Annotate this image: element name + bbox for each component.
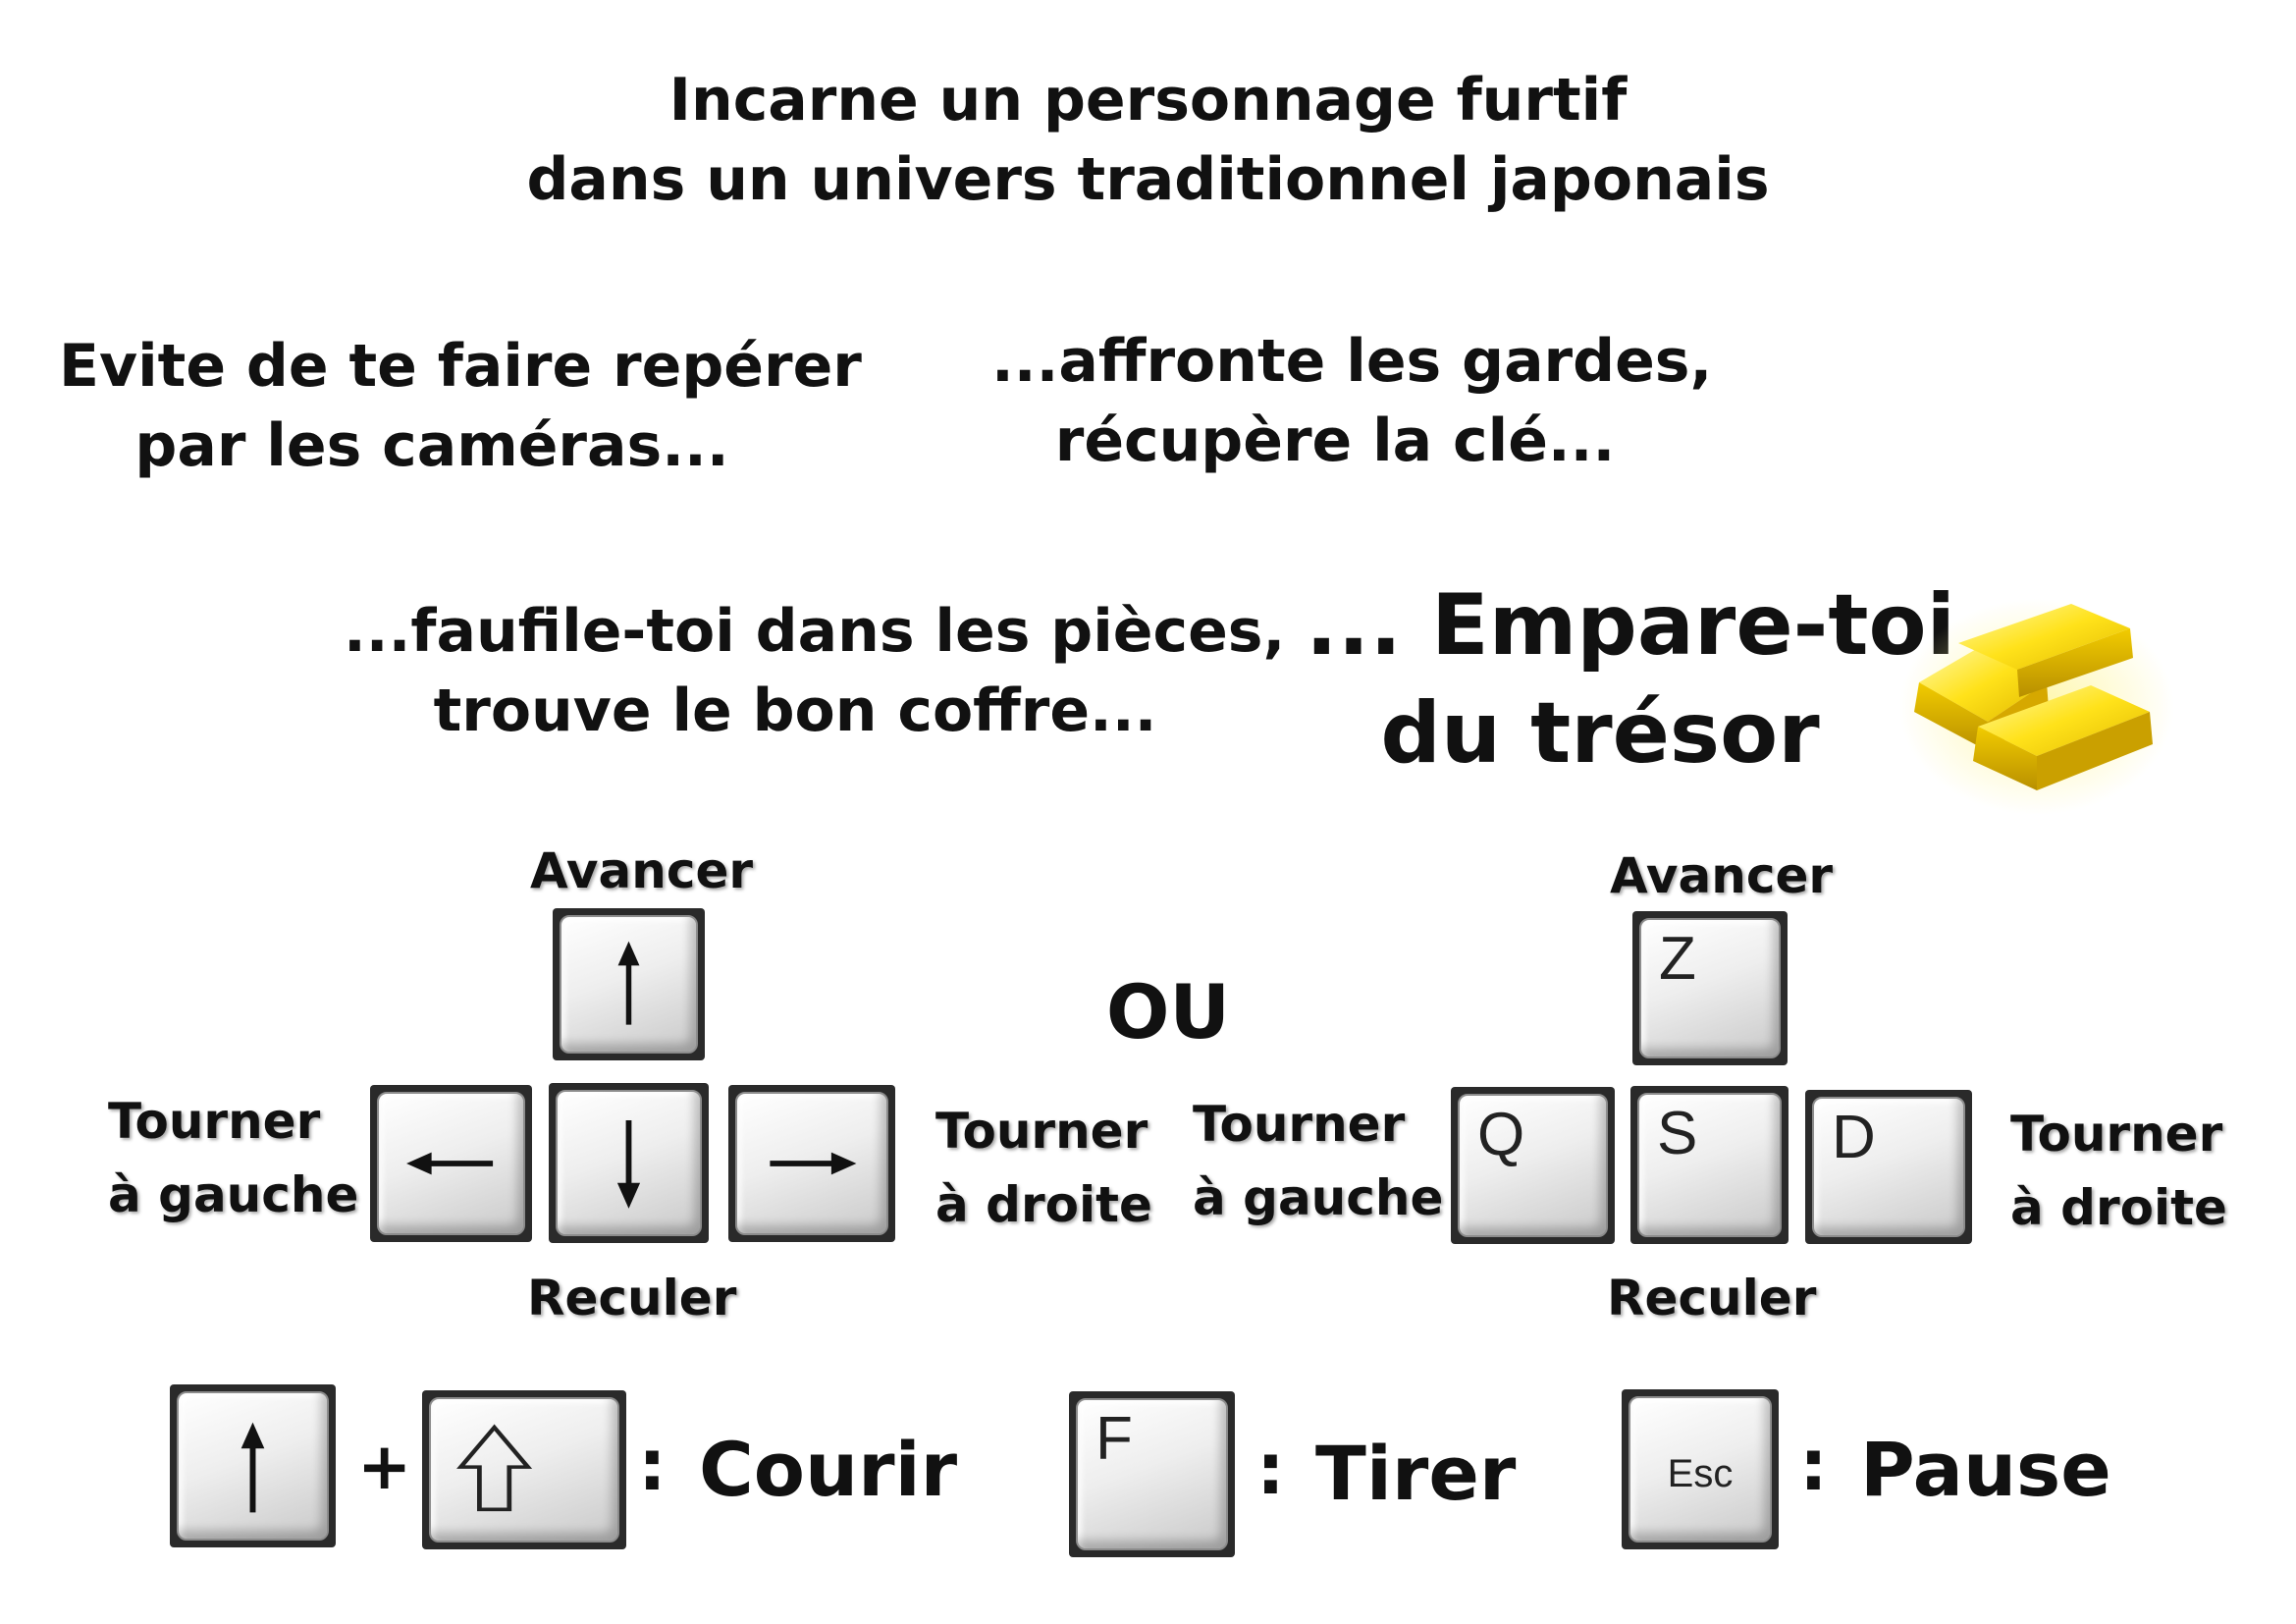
letters-left-label-line-1: Tourner	[1193, 1096, 1406, 1153]
pause-colon: :	[1799, 1424, 1828, 1506]
key-f: F	[1069, 1391, 1235, 1557]
shoot-label: Tirer	[1315, 1430, 1517, 1517]
key-q: Q	[1451, 1087, 1615, 1244]
arrow-right-icon	[770, 1152, 857, 1175]
step-treasure-line-2: du trésor	[1380, 684, 1820, 784]
step-cameras-line-2: par les caméras...	[134, 411, 729, 480]
key-arrow-left	[370, 1085, 532, 1242]
arrows-right-label: Tourner à droite	[935, 1095, 1152, 1242]
key-arrow-right	[728, 1085, 895, 1242]
step-treasure-line-1: ... Empare-toi	[1306, 576, 1956, 675]
arrow-up-icon	[240, 1422, 265, 1513]
arrow-left-icon	[406, 1152, 494, 1175]
intro-text: Incarne un personnage furtif dans un uni…	[0, 61, 2296, 220]
arrows-back-label: Reculer	[527, 1270, 737, 1326]
step-cameras-line-1: Evite de te faire repérer	[59, 332, 862, 401]
step-guards-line-2: récupère la clé...	[1054, 406, 1616, 475]
gold-bars-icon	[1899, 589, 2174, 815]
arrows-forward-label: Avancer	[530, 842, 754, 899]
key-arrow-down	[549, 1083, 709, 1243]
arrows-left-label-line-2: à gauche	[108, 1166, 359, 1223]
key-shift	[422, 1390, 626, 1549]
letters-back-label: Reculer	[1607, 1270, 1817, 1326]
step-cameras: Evite de te faire repérer par les caméra…	[59, 327, 862, 486]
key-d-label: D	[1832, 1104, 1876, 1171]
run-label: Courir	[699, 1426, 958, 1513]
letters-left-label: Tourner à gauche	[1193, 1088, 1443, 1235]
key-run-arrow-up	[170, 1384, 336, 1547]
arrows-right-label-line-1: Tourner	[935, 1103, 1148, 1160]
step-guards: ...affronte les gardes, récupère la clé.…	[991, 322, 1713, 481]
intro-line-2: dans un univers traditionnel japonais	[526, 145, 1770, 214]
arrows-left-label-line-1: Tourner	[108, 1093, 321, 1150]
letters-right-label-line-1: Tourner	[2010, 1106, 2223, 1163]
step-rooms-line-1: ...faufile-toi dans les pièces,	[344, 597, 1286, 666]
step-guards-line-1: ...affronte les gardes,	[991, 327, 1713, 396]
arrows-right-label-line-2: à droite	[935, 1176, 1152, 1233]
key-z-label: Z	[1659, 925, 1696, 993]
shoot-colon: :	[1256, 1428, 1285, 1510]
letters-right-label-line-2: à droite	[2010, 1179, 2227, 1236]
key-s: S	[1630, 1086, 1789, 1244]
key-d: D	[1805, 1090, 1972, 1244]
key-esc: Esc	[1622, 1389, 1779, 1549]
step-rooms: ...faufile-toi dans les pièces, trouve l…	[344, 592, 1286, 751]
shift-icon	[456, 1424, 533, 1512]
letters-forward-label: Avancer	[1610, 847, 1834, 904]
arrow-up-icon	[617, 941, 640, 1025]
key-z: Z	[1632, 911, 1788, 1065]
key-arrow-up	[553, 908, 705, 1060]
arrows-left-label: Tourner à gauche	[108, 1085, 358, 1232]
key-esc-label: Esc	[1667, 1452, 1734, 1496]
key-q-label: Q	[1477, 1101, 1525, 1168]
pause-label: Pause	[1860, 1426, 2111, 1513]
key-s-label: S	[1657, 1100, 1698, 1167]
intro-line-1: Incarne un personnage furtif	[668, 66, 1628, 135]
step-treasure: ... Empare-toi du trésor	[1306, 571, 1956, 787]
or-label: OU	[1105, 968, 1231, 1056]
key-f-label: F	[1095, 1405, 1133, 1473]
step-rooms-line-2: trouve le bon coffre...	[433, 677, 1157, 745]
letters-right-label: Tourner à droite	[2010, 1098, 2227, 1245]
run-colon: :	[638, 1424, 667, 1506]
letters-left-label-line-2: à gauche	[1193, 1169, 1444, 1226]
plus-sign: +	[357, 1429, 412, 1504]
arrow-down-icon	[616, 1120, 641, 1209]
